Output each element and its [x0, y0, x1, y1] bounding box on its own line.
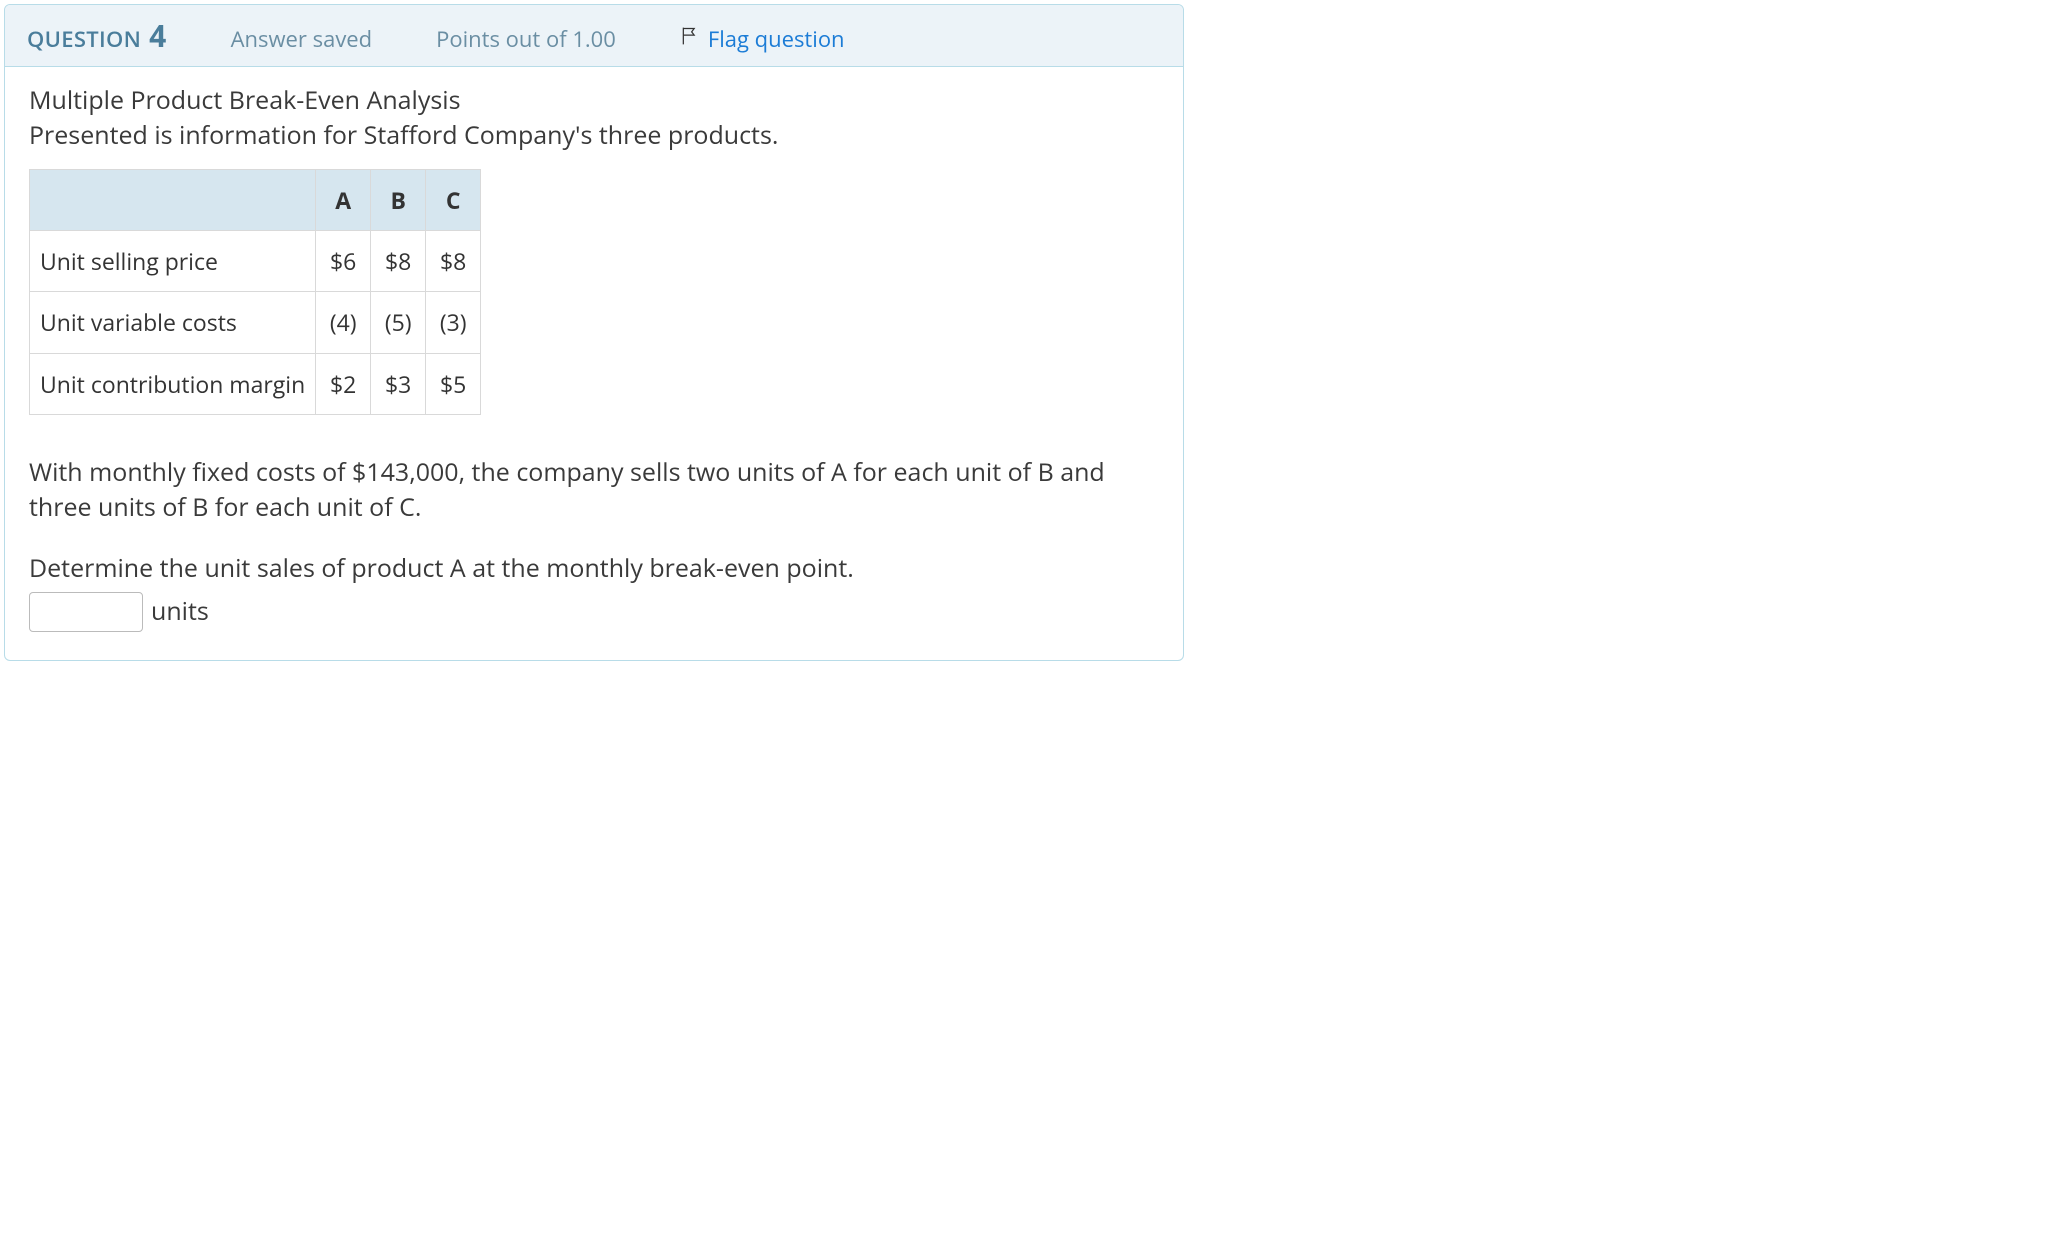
col-header: B [371, 170, 426, 231]
question-intro: Multiple Product Break-Even Analysis Pre… [29, 83, 1159, 153]
points-label: Points out of 1.00 [436, 24, 616, 54]
question-label-text: QUESTION [27, 24, 141, 54]
question-header: QUESTION 4 Answer saved Points out of 1.… [5, 5, 1183, 67]
col-header: C [426, 170, 481, 231]
product-data-table: A B C Unit selling price $6 $8 $8 Unit v… [29, 169, 481, 415]
table-cell: $8 [371, 231, 426, 292]
question-subtitle: Presented is information for Stafford Co… [29, 118, 1159, 153]
question-container: QUESTION 4 Answer saved Points out of 1.… [4, 4, 1184, 661]
row-label: Unit contribution margin [30, 353, 316, 414]
question-number: QUESTION 4 [27, 15, 167, 56]
flag-question-text: Flag question [708, 24, 845, 54]
table-cell: $2 [316, 353, 371, 414]
units-label: units [151, 594, 209, 629]
table-header-row: A B C [30, 170, 481, 231]
question-title: Multiple Product Break-Even Analysis [29, 83, 1159, 118]
flag-icon [680, 24, 700, 54]
row-label: Unit selling price [30, 231, 316, 292]
problem-paragraph-1: With monthly fixed costs of $143,000, th… [29, 455, 1159, 525]
table-cell: (5) [371, 292, 426, 353]
table-cell: $5 [426, 353, 481, 414]
table-row: Unit contribution margin $2 $3 $5 [30, 353, 481, 414]
col-header: A [316, 170, 371, 231]
answer-line: units [29, 592, 1159, 632]
question-body: Multiple Product Break-Even Analysis Pre… [5, 67, 1183, 660]
answer-status: Answer saved [231, 24, 373, 54]
table-cell: $8 [426, 231, 481, 292]
table-row: Unit selling price $6 $8 $8 [30, 231, 481, 292]
table-corner-cell [30, 170, 316, 231]
problem-paragraph-2: Determine the unit sales of product A at… [29, 551, 1159, 586]
table-cell: $6 [316, 231, 371, 292]
table-cell: (3) [426, 292, 481, 353]
table-cell: $3 [371, 353, 426, 414]
flag-question-link[interactable]: Flag question [680, 24, 845, 54]
row-label: Unit variable costs [30, 292, 316, 353]
question-number-value: 4 [149, 15, 166, 56]
table-row: Unit variable costs (4) (5) (3) [30, 292, 481, 353]
table-cell: (4) [316, 292, 371, 353]
answer-input[interactable] [29, 592, 143, 632]
